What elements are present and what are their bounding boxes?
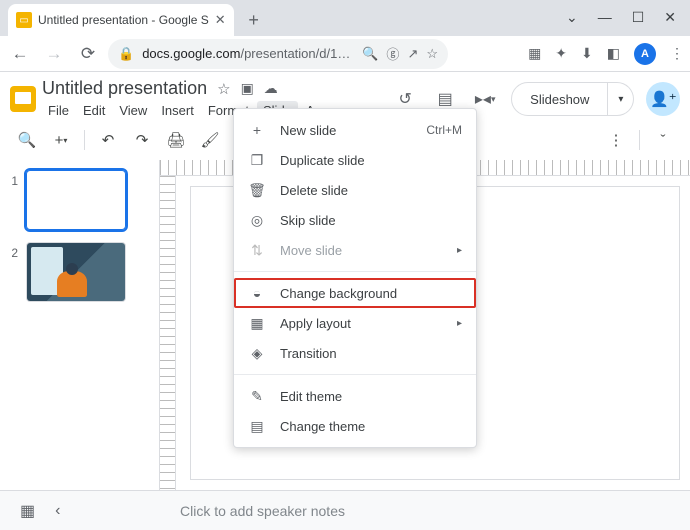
menuitem-label: Edit theme (280, 389, 342, 404)
menu-edit[interactable]: Edit (77, 101, 111, 120)
extensions-icon[interactable]: ✦ (555, 45, 567, 62)
menuitem-label: Change background (280, 286, 397, 301)
download-icon[interactable]: ⬇ (581, 45, 593, 62)
qr-icon[interactable]: ▦ (528, 45, 541, 62)
menuitem-label: Transition (280, 346, 337, 361)
menuitem-label: Duplicate slide (280, 153, 365, 168)
slides-logo-icon[interactable] (10, 81, 36, 117)
maximize-icon[interactable]: ☐ (632, 9, 645, 26)
menu-divider (234, 271, 476, 272)
menuitem-transition[interactable]: ◈ Transition (234, 338, 476, 368)
layout-icon: ▦ (248, 315, 266, 332)
print-icon[interactable]: 🖨 (163, 127, 189, 153)
slide-thumbnail-1[interactable] (26, 170, 126, 230)
menuitem-label: Skip slide (280, 213, 336, 228)
move-icon: ⇅ (248, 242, 266, 259)
shortcut-label: Ctrl+M (426, 123, 462, 137)
close-icon[interactable]: ✕ (664, 9, 676, 26)
eye-off-icon: ◎ (248, 212, 266, 229)
menuitem-label: New slide (280, 123, 336, 138)
reload-button[interactable]: ⟳ (74, 40, 102, 68)
theme-edit-icon: ✎ (248, 388, 266, 405)
menuitem-duplicate-slide[interactable]: ❐ Duplicate slide (234, 145, 476, 175)
menuitem-delete-slide[interactable]: 🗑 Delete slide (234, 175, 476, 205)
redo-icon[interactable]: ↷ (129, 127, 155, 153)
menuitem-label: Delete slide (280, 183, 348, 198)
search-menus-icon[interactable]: 🔍 (14, 127, 40, 153)
reader-icon[interactable]: ◧ (607, 45, 620, 62)
plus-icon: + (248, 122, 266, 138)
submenu-arrow-icon: ▸ (457, 318, 462, 329)
undo-icon[interactable]: ↶ (95, 127, 121, 153)
search-icon[interactable]: 🔍 (362, 46, 378, 62)
minimize-icon[interactable]: — (598, 9, 612, 26)
menuitem-edit-theme[interactable]: ✎ Edit theme (234, 381, 476, 411)
kebab-menu-icon[interactable]: ⋮ (670, 45, 684, 62)
menuitem-label: Apply layout (280, 316, 351, 331)
window-controls: ⌄ — ☐ ✕ (566, 9, 690, 36)
background-icon: ◒ (248, 285, 266, 301)
browser-avatar[interactable]: A (634, 43, 656, 65)
translate-icon[interactable]: ⓖ (386, 44, 399, 63)
menuitem-change-background[interactable]: ◒ Change background (234, 278, 476, 308)
duplicate-icon: ❐ (248, 152, 266, 169)
menuitem-change-theme[interactable]: ▤ Change theme (234, 411, 476, 441)
star-icon[interactable]: ☆ (217, 80, 230, 98)
slides-favicon-icon: ▭ (16, 12, 32, 28)
slideshow-button[interactable]: Slideshow (511, 82, 608, 116)
menuitem-label: Change theme (280, 419, 365, 434)
url-text: docs.google.com/presentation/d/1vwxyVh-D… (142, 46, 354, 61)
menuitem-move-slide: ⇅ Move slide ▸ (234, 235, 476, 265)
browser-url-bar: ← → ⟳ 🔒 docs.google.com/presentation/d/1… (0, 36, 690, 72)
trash-icon: 🗑 (248, 182, 266, 199)
speaker-notes-bar: ▦ ‹ Click to add speaker notes (0, 490, 690, 530)
share-button[interactable]: 👤⁺ (646, 82, 680, 116)
menu-insert[interactable]: Insert (155, 101, 200, 120)
menuitem-apply-layout[interactable]: ▦ Apply layout ▸ (234, 308, 476, 338)
browser-titlebar: ▭ Untitled presentation - Google S ✕ + ⌄… (0, 0, 690, 36)
thumb-number: 2 (6, 242, 18, 302)
slide-thumbnails: 1 2 (0, 160, 160, 490)
back-button[interactable]: ← (6, 40, 34, 68)
slideshow-dropdown[interactable]: ▾ (608, 82, 634, 116)
transition-icon: ◈ (248, 345, 266, 362)
document-title[interactable]: Untitled presentation (42, 78, 207, 99)
menu-divider (234, 374, 476, 375)
slide-menu-dropdown: + New slide Ctrl+M ❐ Duplicate slide 🗑 D… (233, 108, 477, 448)
menu-file[interactable]: File (42, 101, 75, 120)
paint-format-icon[interactable]: 🖌 (197, 127, 223, 153)
address-bar[interactable]: 🔒 docs.google.com/presentation/d/1vwxyVh… (108, 39, 448, 69)
forward-button[interactable]: → (40, 40, 68, 68)
browser-tab[interactable]: ▭ Untitled presentation - Google S ✕ (8, 4, 234, 36)
tab-title: Untitled presentation - Google S (38, 13, 209, 27)
more-tools-icon[interactable]: ⋮ (603, 127, 629, 153)
share-icon[interactable]: ↗ (407, 46, 418, 62)
submenu-arrow-icon: ▸ (457, 245, 462, 256)
menu-view[interactable]: View (113, 101, 153, 120)
theme-icon: ▤ (248, 418, 266, 435)
cloud-icon[interactable]: ☁ (264, 80, 278, 97)
menuitem-label: Move slide (280, 243, 342, 258)
new-tab-button[interactable]: + (240, 6, 268, 34)
close-tab-icon[interactable]: ✕ (215, 12, 226, 28)
chevron-down-icon[interactable]: ⌄ (566, 9, 578, 26)
menuitem-new-slide[interactable]: + New slide Ctrl+M (234, 115, 476, 145)
star-icon[interactable]: ☆ (426, 46, 438, 62)
lock-icon: 🔒 (118, 46, 134, 62)
new-slide-icon[interactable]: + ▾ (48, 127, 74, 153)
menuitem-skip-slide[interactable]: ◎ Skip slide (234, 205, 476, 235)
move-icon[interactable]: ▣ (241, 80, 254, 97)
hide-menus-icon[interactable]: ˇ (650, 127, 676, 153)
slide-thumbnail-2[interactable] (26, 242, 126, 302)
vertical-ruler (160, 176, 176, 490)
thumb-number: 1 (6, 170, 18, 230)
